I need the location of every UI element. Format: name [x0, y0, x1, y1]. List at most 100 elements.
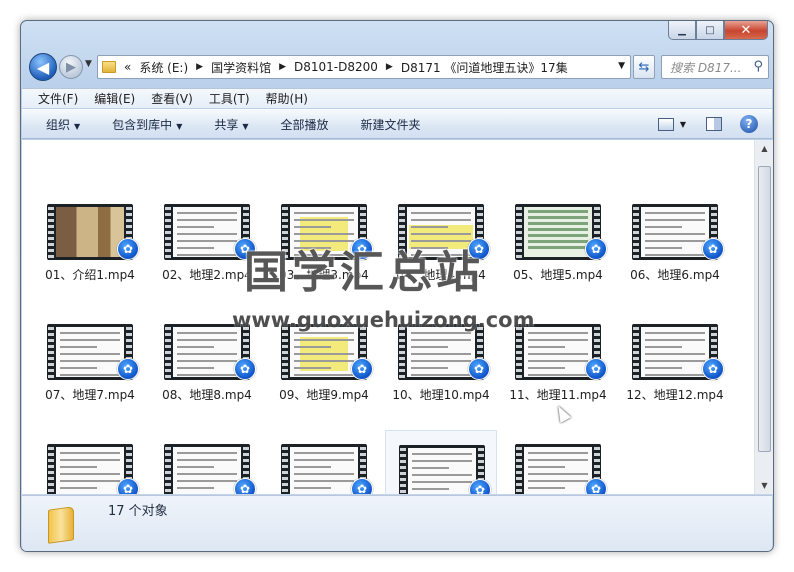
file-item[interactable]: ✿17、地理17.mp4 [502, 438, 614, 494]
text-line [60, 339, 120, 341]
file-item[interactable]: ✿ 04、地理4.mp4 [385, 198, 497, 294]
breadcrumb-overflow[interactable]: « [124, 60, 131, 74]
file-item[interactable]: ✿ 03、地理3.mp4 [268, 198, 380, 294]
file-item[interactable]: ✿ 10、地理10.mp4 [385, 318, 497, 414]
text-line [528, 480, 588, 482]
file-name: 03、地理3.mp4 [279, 268, 369, 282]
minimize-button[interactable]: ▁ [668, 21, 696, 40]
video-file-icon: ✿ [585, 478, 607, 494]
close-icon: ✕ [740, 22, 752, 38]
file-item[interactable]: ✿ 12、地理12.mp4 [619, 318, 731, 414]
back-button[interactable]: ◀ [29, 53, 57, 81]
breadcrumb-folder-range[interactable]: D8101-D8200 [294, 60, 378, 74]
text-line [177, 254, 237, 256]
search-input[interactable]: 搜索 D817... ⚲ [661, 55, 769, 79]
share-button[interactable]: 共享 ▼ [214, 116, 248, 133]
breadcrumb-current-folder[interactable]: D8171 《问道地理五诀》17集 [401, 59, 568, 76]
file-item[interactable]: ✿ 02、地理2.mp4 [151, 198, 263, 294]
preview-pane-icon[interactable] [706, 117, 722, 131]
video-file-icon: ✿ [469, 479, 491, 494]
text-line [60, 367, 98, 369]
text-line [294, 374, 354, 376]
file-item[interactable]: ✿ 06、地理6.mp4 [619, 198, 731, 294]
text-line [528, 346, 566, 348]
text-line [60, 459, 120, 461]
menu-tools[interactable]: 工具(T) [209, 90, 250, 107]
search-icon[interactable]: ⚲ [753, 59, 763, 74]
breadcrumb-folder-guoxue[interactable]: 国学资料馆 [211, 59, 271, 76]
help-icon[interactable]: ? [740, 115, 758, 133]
thumbnail-frame [290, 207, 358, 257]
address-bar[interactable]: « 系统 (E:) ▶ 国学资料馆 ▶ D8101-D8200 ▶ D8171 … [97, 55, 631, 79]
text-line [294, 219, 354, 221]
text-line [645, 374, 705, 376]
file-name: 10、地理10.mp4 [392, 388, 490, 402]
menu-file[interactable]: 文件(F) [38, 90, 78, 107]
text-line [645, 240, 705, 242]
video-file-icon: ✿ [585, 238, 607, 260]
file-item[interactable]: ✿ 05、地理5.mp4 [502, 198, 614, 294]
file-name: 04、地理4.mp4 [396, 268, 486, 282]
file-item[interactable]: ✿ 11、地理11.mp4 [502, 318, 614, 414]
search-placeholder: 搜索 D817... [670, 60, 742, 75]
text-line [528, 332, 588, 334]
text-line [294, 360, 354, 362]
scrollbar-thumb[interactable] [758, 166, 771, 452]
text-line [294, 459, 354, 461]
refresh-button[interactable]: ⇆ [633, 55, 655, 79]
text-line [411, 346, 449, 348]
text-line [528, 452, 588, 454]
text-line [645, 212, 705, 214]
text-line [645, 247, 683, 249]
menu-help[interactable]: 帮助(H) [266, 90, 308, 107]
file-item[interactable]: ✿13、地理13.mp4 [34, 438, 146, 494]
recent-pages-dropdown[interactable]: ▼ [85, 59, 92, 69]
scroll-down-icon[interactable]: ▼ [758, 481, 771, 490]
menu-view[interactable]: 查看(V) [151, 90, 193, 107]
close-button[interactable]: ✕ [724, 21, 768, 40]
file-item[interactable]: ✿ 01、介绍1.mp4 [34, 198, 146, 294]
file-list[interactable]: ✿ 01、介绍1.mp4 ✿ 02、地理2.mp4 ✿ 03、地理3.mp4 ✿ 04、地理4… [22, 140, 754, 494]
organize-label: 组织 [46, 117, 71, 132]
text-line [645, 360, 705, 362]
chevron-down-icon: ▼ [242, 121, 249, 131]
menu-edit[interactable]: 编辑(E) [94, 90, 135, 107]
film-strip [48, 324, 54, 380]
text-line [60, 480, 120, 482]
video-file-icon: ✿ [468, 238, 490, 260]
breadcrumb-separator-icon[interactable]: ▶ [279, 62, 286, 72]
file-item[interactable]: ✿ 07、地理7.mp4 [34, 318, 146, 414]
organize-button[interactable]: 组织 ▼ [46, 116, 80, 133]
maximize-button[interactable]: □ [696, 21, 724, 40]
chevron-down-icon[interactable]: ▼ [680, 120, 686, 129]
new-folder-button[interactable]: 新建文件夹 [361, 116, 421, 133]
text-line [177, 480, 237, 482]
file-item[interactable]: ✿16、地理15.mp4 [385, 430, 497, 494]
file-item[interactable]: ✿14、地理14.mp4 [151, 438, 263, 494]
file-name: 12、地理12.mp4 [626, 388, 724, 402]
file-item[interactable]: ✿ 08、地理8.mp4 [151, 318, 263, 414]
text-line [645, 226, 683, 228]
text-line [294, 233, 354, 235]
file-name: 05、地理5.mp4 [513, 268, 603, 282]
text-line [528, 374, 588, 376]
video-file-icon: ✿ [585, 358, 607, 380]
scroll-up-icon[interactable]: ▲ [758, 144, 771, 153]
thumbnail-frame [173, 447, 241, 494]
vertical-scrollbar[interactable]: ▲ ▼ [754, 140, 773, 494]
text-line [645, 339, 705, 341]
play-all-button[interactable]: 全部播放 [281, 116, 329, 133]
change-view-icon[interactable] [657, 117, 674, 131]
breadcrumb-separator-icon[interactable]: ▶ [196, 62, 203, 72]
text-line [528, 367, 566, 369]
text-line [177, 374, 237, 376]
address-dropdown-icon[interactable]: ▼ [618, 61, 625, 71]
forward-button[interactable]: ▶ [59, 55, 83, 79]
file-item[interactable]: ✿ 09、地理9.mp4 [268, 318, 380, 414]
breadcrumb-separator-icon[interactable]: ▶ [386, 62, 393, 72]
file-item[interactable]: ✿15、地理15.mp4 [268, 438, 380, 494]
text-line [60, 353, 120, 355]
text-line [294, 487, 332, 489]
include-library-button[interactable]: 包含到库中 ▼ [112, 116, 182, 133]
breadcrumb-drive[interactable]: 系统 (E:) [139, 59, 188, 76]
